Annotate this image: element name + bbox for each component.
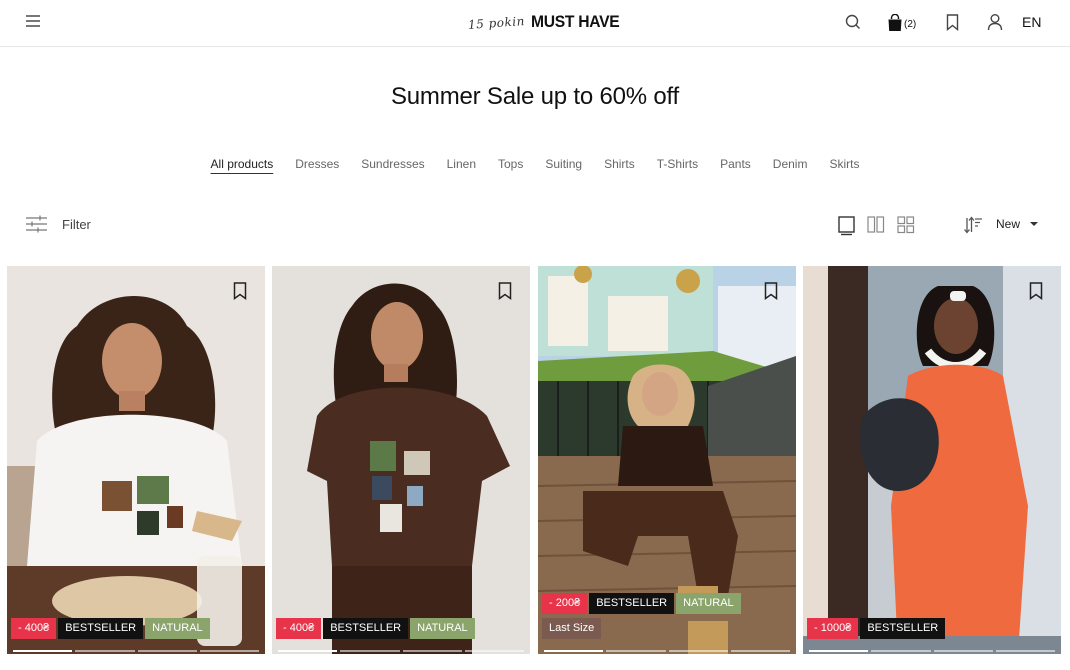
image-slider-indicator bbox=[272, 650, 530, 652]
language-switcher[interactable]: EN bbox=[1022, 14, 1041, 30]
product-card[interactable]: - 400₴ BESTSELLER NATURAL bbox=[272, 266, 530, 654]
badge-row: - 200₴ BESTSELLER NATURAL bbox=[542, 593, 741, 614]
bestseller-badge: BESTSELLER bbox=[589, 593, 675, 614]
discount-badge: - 1000₴ bbox=[807, 618, 859, 639]
grid-view-icon[interactable] bbox=[897, 216, 915, 234]
image-slider-indicator bbox=[7, 650, 265, 652]
category-sundresses[interactable]: Sundresses bbox=[350, 156, 435, 172]
bestseller-badge: BESTSELLER bbox=[323, 618, 409, 639]
natural-badge: NATURAL bbox=[145, 618, 210, 639]
product-image bbox=[272, 266, 530, 654]
bestseller-badge: BESTSELLER bbox=[58, 618, 144, 639]
product-card[interactable]: - 200₴ BESTSELLER NATURAL Last Size bbox=[538, 266, 796, 654]
category-shirts[interactable]: Shirts bbox=[593, 156, 646, 172]
category-linen[interactable]: Linen bbox=[436, 156, 487, 172]
bookmark-icon[interactable] bbox=[498, 282, 512, 300]
image-slider-indicator bbox=[803, 650, 1061, 652]
page-title: Summer Sale up to 60% off bbox=[390, 83, 680, 110]
product-info-strip bbox=[0, 664, 1070, 670]
product-card[interactable]: - 400₴ BESTSELLER NATURAL bbox=[7, 266, 265, 654]
category-skirts[interactable]: Skirts bbox=[818, 156, 870, 172]
search-icon[interactable] bbox=[845, 13, 861, 31]
logo-script: 15 pokin bbox=[467, 14, 526, 32]
last-size-badge: Last Size bbox=[542, 618, 602, 639]
double-view-icon[interactable] bbox=[867, 216, 885, 234]
single-view-icon[interactable] bbox=[838, 216, 856, 236]
logo-wordmark: MUST HAVE bbox=[530, 12, 620, 31]
discount-badge: - 200₴ bbox=[542, 593, 588, 614]
bookmark-icon[interactable] bbox=[233, 282, 247, 300]
discount-badge: - 400₴ bbox=[11, 618, 57, 639]
category-t-shirts[interactable]: T-Shirts bbox=[646, 156, 709, 172]
site-header: 15 pokin MUST HAVE (2) EN bbox=[0, 0, 1070, 47]
cart-count[interactable]: (2) bbox=[904, 19, 916, 30]
product-card[interactable]: - 1000₴ BESTSELLER bbox=[803, 266, 1061, 654]
discount-badge: - 400₴ bbox=[276, 618, 322, 639]
badge-row: - 400₴ BESTSELLER NATURAL bbox=[11, 618, 210, 639]
natural-badge: NATURAL bbox=[676, 593, 741, 614]
category-pants[interactable]: Pants bbox=[709, 156, 762, 172]
category-nav: All products Dresses Sundresses Linen To… bbox=[0, 156, 1070, 172]
product-image bbox=[803, 266, 1061, 654]
category-dresses[interactable]: Dresses bbox=[284, 156, 350, 172]
category-denim[interactable]: Denim bbox=[762, 156, 819, 172]
sort-value: New bbox=[996, 217, 1021, 231]
menu-icon[interactable] bbox=[26, 15, 40, 29]
sort-dropdown[interactable]: New bbox=[996, 217, 1039, 231]
badge-row: - 400₴ BESTSELLER NATURAL bbox=[276, 618, 475, 639]
category-suiting[interactable]: Suiting bbox=[534, 156, 593, 172]
bookmark-icon[interactable] bbox=[1029, 282, 1043, 300]
category-all-products[interactable]: All products bbox=[200, 156, 285, 172]
user-icon[interactable] bbox=[987, 13, 1003, 31]
natural-badge: NATURAL bbox=[410, 618, 475, 639]
filter-icon bbox=[26, 215, 47, 233]
logo[interactable]: 15 pokin MUST HAVE bbox=[468, 12, 627, 38]
chevron-down-icon bbox=[1030, 222, 1039, 226]
badge-row: Last Size bbox=[542, 618, 602, 639]
bookmark-icon[interactable] bbox=[764, 282, 778, 300]
bestseller-badge: BESTSELLER bbox=[860, 618, 946, 639]
wishlist-icon[interactable] bbox=[946, 14, 959, 31]
product-image bbox=[7, 266, 265, 654]
filter-label: Filter bbox=[62, 216, 91, 232]
badge-row: - 1000₴ BESTSELLER bbox=[807, 618, 946, 639]
category-tops[interactable]: Tops bbox=[487, 156, 534, 172]
image-slider-indicator bbox=[538, 650, 796, 652]
sort-icon[interactable] bbox=[963, 216, 983, 234]
bag-icon[interactable] bbox=[887, 14, 903, 32]
filter-button[interactable]: Filter bbox=[25, 215, 91, 233]
